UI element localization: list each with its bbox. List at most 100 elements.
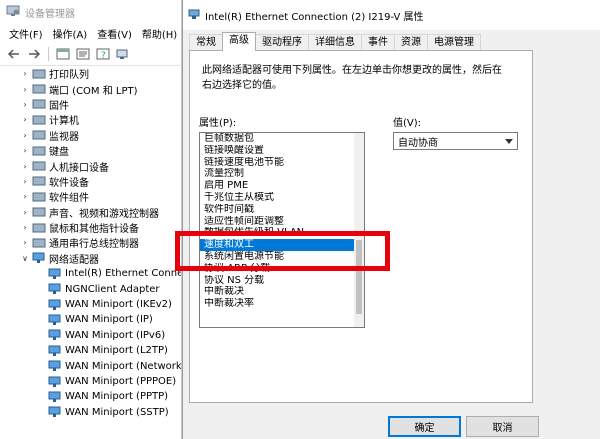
property-item[interactable]: 协议 NS 分载 [200,275,364,287]
dm-toolbar: ? [0,42,181,66]
chevron-right-icon[interactable]: › [20,192,30,201]
chevron-right-icon[interactable]: › [20,131,30,140]
svg-text:?: ? [101,51,106,60]
tree-category[interactable]: › 鼠标和其他指针设备 [0,220,181,236]
tree-category[interactable]: ∨ 网络适配器 [0,251,181,266]
tree-category[interactable]: › 监视器 [0,128,181,143]
tree-category[interactable]: › 打印队列 [0,66,181,81]
scan-hardware-icon[interactable] [115,46,131,62]
tree-category[interactable]: › 通用串行总线控制器 [0,235,181,250]
view-icon[interactable] [55,46,71,62]
tab-driver[interactable]: 驱动程序 [255,34,309,51]
cancel-button[interactable]: 取消 [466,416,539,437]
network-adapter-icon [48,345,62,357]
tree-category[interactable]: › 人机接口设备 [0,158,181,174]
tree-device-label: WAN Miniport (IPv6) [65,329,166,341]
tab-strip: 常规 高级 驱动程序 详细信息 事件 资源 电源管理 [189,32,481,51]
property-item[interactable]: 链接速度电池节能 [200,157,364,169]
tree-category-label: 软件设备 [49,177,89,189]
tree-category-label: 人机接口设备 [49,162,109,174]
property-item[interactable]: 中断裁决率 [200,298,364,310]
tree-device[interactable]: WAN Miniport (IPv6) [0,328,181,343]
chevron-right-icon[interactable]: › [20,177,30,186]
tab-resources[interactable]: 资源 [394,34,428,51]
tree-device[interactable]: WAN Miniport (L2TP) [0,343,181,358]
chevron-right-icon[interactable]: › [20,115,30,124]
value-dropdown[interactable]: 自动协商 [393,132,518,150]
tree-device[interactable]: Intel(R) Ethernet Connecti [0,266,181,281]
tree-category[interactable]: › 声音、视频和游戏控制器 [0,205,181,220]
listbox-scrollbar[interactable] [354,133,364,327]
highlight-annotation-box [175,231,390,271]
properties-icon[interactable] [75,46,91,62]
tree-device[interactable]: WAN Miniport (IKEv2) [0,297,181,312]
tree-category-label: 软件组件 [49,193,89,205]
dialog-title: Intel(R) Ethernet Connection (2) I219-V … [205,11,424,23]
dm-titlebar: 设备管理器 [0,0,181,24]
tree-device[interactable]: WAN Miniport (Network [0,358,181,373]
device-tree: › 打印队列 › 端口 (COM 和 LPT) › 固件 › 计算机 › 监视器 › 键盘 › 人机接口设… [0,66,181,420]
tree-device[interactable]: WAN Miniport (PPTP) [0,389,181,404]
chevron-right-icon[interactable]: › [20,162,30,171]
property-item[interactable]: 适应性帧间距调整 [200,216,364,228]
tab-advanced[interactable]: 高级 [222,32,256,51]
tree-device[interactable]: WAN Miniport (PPPOE) [0,374,181,389]
description-text: 此网络适配器可使用下列属性。在左边单击你想更改的属性，然后在右边选择它的值。 [202,65,502,91]
software-component-icon [32,191,46,203]
property-item[interactable]: 启用 PME [200,180,364,192]
back-icon[interactable] [6,46,22,62]
hid-icon [32,160,46,172]
chevron-down-icon[interactable]: ∨ [20,254,30,263]
tree-category-label: 鼠标和其他指针设备 [49,224,139,236]
tree-category-label: 网络适配器 [49,254,99,266]
tree-category[interactable]: › 软件设备 [0,174,181,189]
tree-category[interactable]: › 键盘 [0,143,181,158]
ok-button[interactable]: 确定 [388,416,461,437]
tab-events[interactable]: 事件 [361,34,395,51]
menu-view[interactable]: 查看(V) [92,26,137,41]
network-adapter-icon [48,329,62,341]
menu-file[interactable]: 文件(F) [4,26,48,41]
network-adapter-icon [48,406,62,418]
tree-category[interactable]: › 软件组件 [0,189,181,205]
tree-device[interactable]: WAN Miniport (IP) [0,312,181,327]
chevron-right-icon[interactable]: › [20,238,30,247]
chevron-right-icon[interactable]: › [20,223,30,232]
tab-general[interactable]: 常规 [189,34,223,51]
menu-action[interactable]: 操作(A) [48,26,93,41]
advanced-tab-panel: 此网络适配器可使用下列属性。在左边单击你想更改的属性，然后在右边选择它的值。 属… [189,50,533,403]
tree-device-label: WAN Miniport (PPPOE) [65,376,177,387]
forward-icon[interactable] [26,46,42,62]
device-manager-window: 设备管理器 文件(F) 操作(A) 查看(V) 帮助(H) ? › 打印队列 › 端口… [0,0,182,439]
property-item[interactable]: 链接唤醒设置 [200,145,364,157]
chevron-right-icon[interactable]: › [20,100,30,109]
chevron-right-icon[interactable]: › [20,85,30,94]
network-adapter-icon [48,360,62,372]
network-adapter-icon [187,8,201,23]
software-device-icon [32,175,46,187]
tab-details[interactable]: 详细信息 [308,34,362,51]
tree-category[interactable]: › 端口 (COM 和 LPT) [0,81,181,97]
toolbar-divider [48,46,49,61]
property-item[interactable]: 流量控制 [200,168,364,180]
chevron-right-icon[interactable]: › [20,69,30,78]
tab-power-management[interactable]: 电源管理 [427,34,481,51]
tree-device[interactable]: NGNClient Adapter [0,281,181,296]
tree-device-label: WAN Miniport (IP) [65,314,153,326]
chevron-down-icon[interactable] [501,133,517,149]
tree-category[interactable]: › 固件 [0,97,181,112]
tree-category-label: 计算机 [49,116,79,128]
chevron-right-icon[interactable]: › [20,146,30,155]
properties-listbox[interactable]: 巨帧数据包 链接唤醒设置 链接速度电池节能 流量控制 启用 PME 千兆位主从模式 软件时间… [199,132,365,328]
property-item[interactable]: 巨帧数据包 [200,133,364,145]
tree-device-label: WAN Miniport (L2TP) [65,345,168,357]
tree-device[interactable]: WAN Miniport (SSTP) [0,405,181,420]
menu-help[interactable]: 帮助(H) [137,26,181,41]
tree-category[interactable]: › 计算机 [0,112,181,128]
property-item[interactable]: 中断裁决 [200,286,364,298]
property-item[interactable]: 软件时间戳 [200,204,364,216]
property-item[interactable]: 千兆位主从模式 [200,192,364,204]
help-icon[interactable]: ? [95,46,111,62]
network-adapter-icon [48,391,62,403]
chevron-right-icon[interactable]: › [20,208,30,217]
